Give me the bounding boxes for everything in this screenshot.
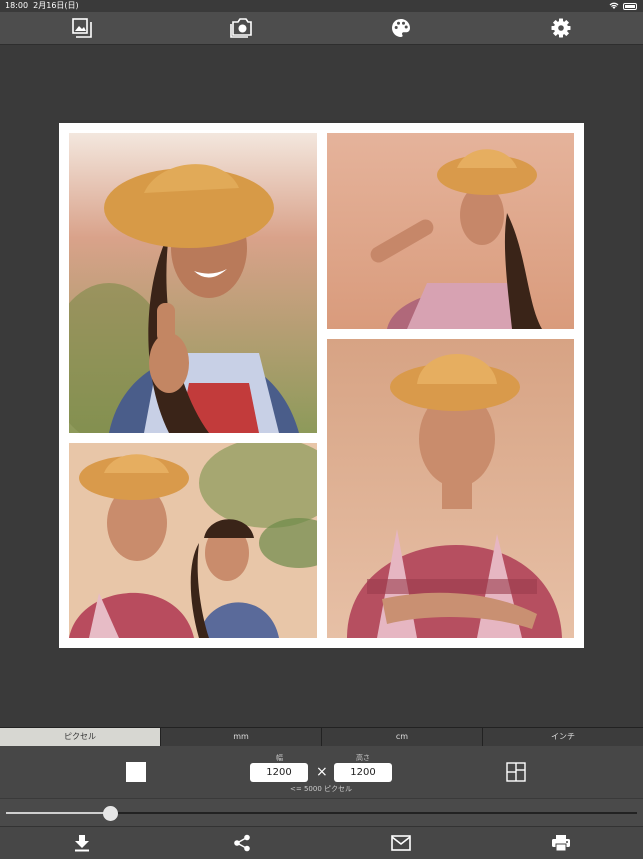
print-button[interactable] xyxy=(551,833,571,853)
width-input[interactable]: 1200 xyxy=(250,763,308,782)
photo-woman-thumbs-up xyxy=(69,133,317,433)
settings-button[interactable] xyxy=(550,17,572,39)
bottom-toolbar xyxy=(0,826,643,859)
photo-library-button[interactable] xyxy=(71,17,93,39)
slider-fill xyxy=(6,812,111,814)
tab-cm[interactable]: cm xyxy=(322,728,483,746)
download-button[interactable] xyxy=(72,833,92,853)
wifi-icon xyxy=(609,2,619,9)
camera-icon xyxy=(230,18,252,38)
unit-tabs: ピクセル mm cm インチ xyxy=(0,727,643,747)
collage-cell-2[interactable] xyxy=(327,133,574,329)
layout-button[interactable] xyxy=(506,762,526,782)
times-symbol: × xyxy=(316,764,328,780)
height-input[interactable]: 1200 xyxy=(334,763,392,782)
mail-icon xyxy=(391,835,411,851)
height-label: 高さ xyxy=(356,754,370,762)
slider-row xyxy=(0,798,643,826)
size-panel: 幅 1200 × 高さ 1200 <= 5000 ピクセル xyxy=(0,746,643,798)
download-icon xyxy=(75,835,89,852)
status-bar: 18:00 2月16日(日) xyxy=(0,0,643,12)
slider-thumb[interactable] xyxy=(103,806,119,821)
tab-inch[interactable]: インチ xyxy=(483,728,643,746)
collage-cell-3[interactable] xyxy=(69,443,317,638)
camera-button[interactable] xyxy=(230,17,252,39)
share-icon xyxy=(234,834,250,852)
palette-icon xyxy=(392,19,410,37)
photo-woman-hat xyxy=(327,133,574,329)
top-toolbar xyxy=(0,12,643,45)
gear-icon xyxy=(551,18,571,38)
collage-cell-4[interactable] xyxy=(327,339,574,638)
slider-track[interactable] xyxy=(6,812,637,814)
photo-library-icon xyxy=(72,18,92,38)
palette-button[interactable] xyxy=(390,17,412,39)
share-button[interactable] xyxy=(232,833,252,853)
tab-mm[interactable]: mm xyxy=(161,728,322,746)
size-limit-note: <= 5000 ピクセル xyxy=(290,785,352,793)
photo-man-hat xyxy=(327,339,574,638)
mail-button[interactable] xyxy=(391,833,411,853)
tab-pixel[interactable]: ピクセル xyxy=(0,728,161,746)
collage-cell-1[interactable] xyxy=(69,133,317,433)
photo-collage[interactable] xyxy=(59,123,584,648)
status-time: 18:00 2月16日(日) xyxy=(5,1,79,10)
print-icon xyxy=(552,835,570,852)
grid-layout-icon xyxy=(506,762,526,782)
photo-couple xyxy=(69,443,317,638)
width-label: 幅 xyxy=(276,754,283,762)
background-color-swatch[interactable] xyxy=(126,762,146,782)
battery-icon xyxy=(623,2,637,10)
